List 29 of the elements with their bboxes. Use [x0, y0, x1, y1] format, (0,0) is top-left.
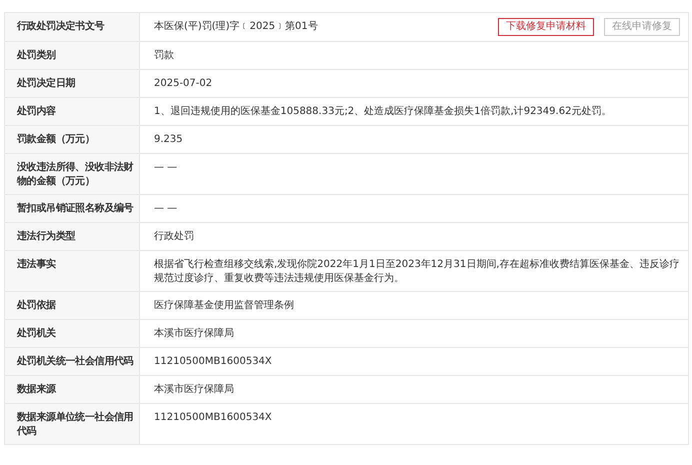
- field-label: 违法行为类型: [5, 223, 140, 250]
- field-label: 罚款金额（万元）: [5, 126, 140, 153]
- field-label: 处罚依据: [5, 292, 140, 319]
- field-value: — —: [154, 202, 178, 216]
- field-value: 本医保(平)罚(理)字﹝2025﹞第01号: [154, 20, 319, 34]
- field-label: 违法事实: [5, 251, 140, 291]
- field-label: 处罚机关: [5, 320, 140, 347]
- field-label: 处罚内容: [5, 98, 140, 125]
- field-value: 2025-07-02: [154, 77, 214, 91]
- field-label: 没收违法所得、没收非法财物的金额（万元）: [5, 154, 140, 194]
- field-label: 处罚决定日期: [5, 70, 140, 97]
- field-label: 暂扣或吊销证照名称及编号: [5, 195, 140, 222]
- field-label: 数据来源: [5, 376, 140, 403]
- field-value: 11210500MB1600534X: [154, 355, 273, 369]
- field-label: 处罚类别: [5, 42, 140, 69]
- field-value: 行政处罚: [154, 230, 195, 244]
- field-value: 1、退回违规使用的医保基金105888.33元;2、处造成医疗保障基金损失1倍罚款,计92349.62元处罚。: [154, 105, 612, 119]
- field-value: 本溪市医疗保障局: [154, 383, 235, 397]
- field-value: 医疗保障基金使用监督管理条例: [154, 299, 295, 313]
- field-value: 本溪市医疗保障局: [154, 327, 235, 341]
- field-label: 数据来源单位统一社会信用代码: [5, 404, 140, 444]
- field-label: 行政处罚决定书文号: [5, 13, 140, 41]
- field-value: 11210500MB1600534X: [154, 411, 273, 425]
- field-value: 9.235: [154, 133, 184, 147]
- field-value: 根据省飞行检查组移交线索,发现你院2022年1月1日至2023年12月31日期间,存在超标准收费结算医保基金、违反诊疗规范过度诊疗、重复收费等违法违规使用医保基金行为。: [154, 258, 680, 286]
- field-label: 处罚机关统一社会信用代码: [5, 348, 140, 375]
- field-value: 罚款: [154, 49, 175, 63]
- field-value: — —: [154, 161, 178, 175]
- download-button[interactable]: 下载修复申请材料: [498, 18, 594, 36]
